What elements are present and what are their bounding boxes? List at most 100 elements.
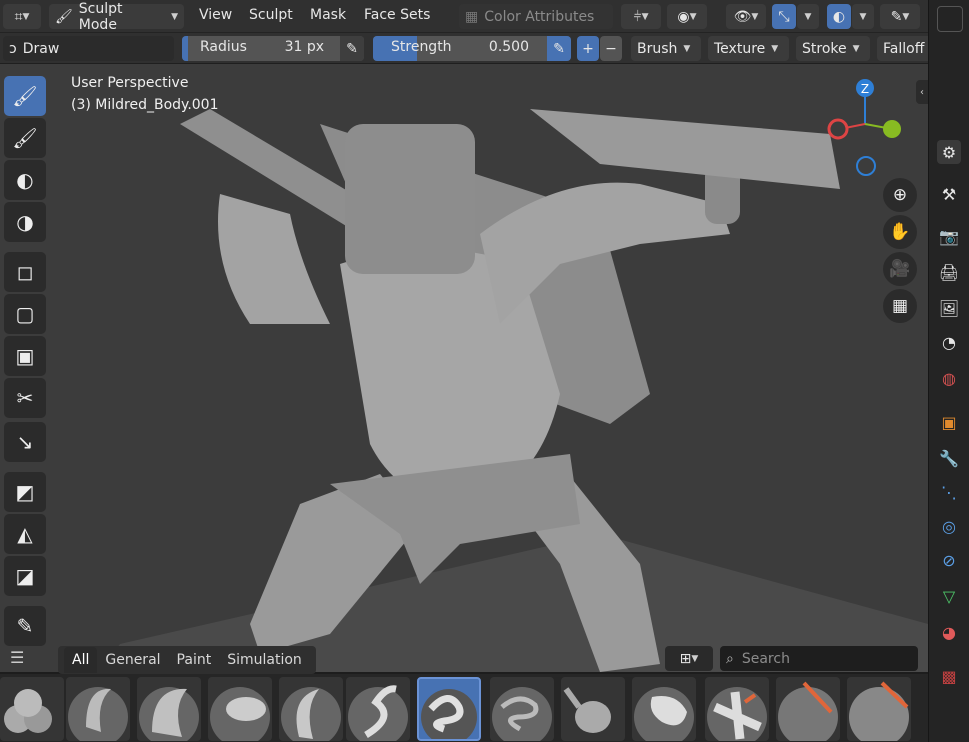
menu-sculpt[interactable]: Sculpt — [242, 7, 300, 23]
editor-type-button[interactable]: ⌗ ▼ — [3, 4, 41, 29]
gizmo-y-dot[interactable] — [883, 120, 901, 138]
viewport-header: ⌗ ▼ 🖌 Sculpt Mode ▼ View Sculpt Mask Face… — [0, 0, 928, 33]
menu-view[interactable]: View — [192, 7, 239, 23]
data-tab-icon[interactable]: ▽ — [937, 584, 961, 608]
tool-color-filter[interactable]: ◪ — [4, 556, 46, 596]
tab-all[interactable]: All — [64, 647, 98, 673]
xray-button[interactable]: ✎ ▼ — [880, 4, 920, 29]
blender-window: ⌗ ▼ 🖌 Sculpt Mode ▼ View Sculpt Mask Face… — [0, 0, 969, 742]
camera-view-button[interactable]: 🎥 — [883, 252, 917, 286]
tab-paint[interactable]: Paint — [169, 647, 220, 673]
brush-thumb-crease[interactable] — [279, 677, 343, 741]
tool-box-face-set[interactable]: ▣ — [4, 336, 46, 376]
mode-selector[interactable]: 🖌 Sculpt Mode ▼ — [49, 1, 184, 33]
material-tab-icon[interactable]: ◕ — [937, 620, 961, 644]
modifier-tab-icon[interactable]: 🔧 — [937, 446, 961, 470]
sculpt-scene — [100, 109, 928, 672]
brush-thumb-clay-strips[interactable] — [137, 677, 201, 741]
brush-menu[interactable]: Brush ▼ — [631, 36, 701, 61]
draw-brush-icon: ↄ — [9, 40, 17, 57]
box-mask-icon: ◻ — [16, 260, 34, 284]
brush-thumb-draw-sharp[interactable] — [490, 677, 554, 741]
draw-sharp-icon — [492, 687, 552, 741]
hamburger-icon[interactable]: ☰ — [10, 648, 24, 667]
radius-pressure-toggle[interactable]: ✎ — [340, 36, 364, 61]
perspective-toggle-button[interactable]: ▦ — [883, 289, 917, 323]
strength-pressure-toggle[interactable]: ✎ — [547, 36, 571, 61]
tool-mesh-filter[interactable]: ◩ — [4, 472, 46, 512]
tool-box-mask[interactable]: ◻ — [4, 252, 46, 292]
gizmo-toggle-button[interactable]: ⤡ — [772, 4, 796, 29]
tool-paint[interactable]: 🖌 — [4, 118, 46, 158]
properties-search-box[interactable] — [937, 6, 963, 32]
direction-add-button[interactable]: + — [577, 36, 599, 61]
brush-icon: 🖌 — [12, 84, 38, 108]
search-input[interactable]: ⌕ Search — [720, 646, 918, 671]
navigation-gizmo[interactable]: Z — [820, 74, 920, 184]
tool-box-hide[interactable]: ▢ — [4, 294, 46, 334]
render-tab-icon[interactable]: 📷 — [937, 224, 961, 248]
radius-slider[interactable]: Radius 31 px ✎ — [182, 36, 364, 61]
brush-thumb-draw[interactable] — [417, 677, 481, 741]
strength-value: 0.500 — [488, 39, 529, 55]
strength-slider[interactable]: Strength 0.500 ✎ — [373, 36, 571, 61]
gizmo-neg-z-dot[interactable] — [856, 156, 876, 176]
gizmo-x-dot[interactable] — [827, 118, 849, 140]
tool-annotate[interactable]: ✎ — [4, 606, 46, 646]
brush-thumb-inflate[interactable] — [561, 677, 625, 741]
brush-thumb-clay[interactable] — [66, 677, 130, 741]
brush-selector[interactable]: ↄ Draw — [3, 36, 174, 61]
3d-viewport[interactable]: User Perspective (3) Mildred_Body.001 🖌 … — [0, 64, 928, 672]
chevron-down-icon: ▼ — [902, 11, 910, 22]
texture-menu[interactable]: Texture ▼ — [708, 36, 789, 61]
brush-thumb-pinch[interactable] — [705, 677, 769, 741]
sidebar-toggle[interactable]: ‹ — [916, 80, 928, 104]
brush-thumb-flatten[interactable] — [776, 677, 840, 741]
tool-settings-tab-icon[interactable]: ⚙ — [937, 140, 961, 164]
zoom-button[interactable]: ⊕ — [883, 178, 917, 212]
annotate-icon: ✎ — [16, 614, 34, 638]
scene-tab-icon[interactable]: ◔ — [937, 330, 961, 354]
constraints-tab-icon[interactable]: ⊘ — [937, 548, 961, 572]
physics-tab-icon[interactable]: ◎ — [937, 514, 961, 538]
draw-icon — [421, 689, 477, 739]
tool-box-trim[interactable]: ✂ — [4, 378, 46, 418]
visibility-button[interactable]: 👁 ▼ — [726, 4, 766, 29]
color-attributes-dropdown[interactable]: ▦ Color Attributes — [459, 4, 613, 29]
direction-subtract-button[interactable]: − — [600, 36, 622, 61]
display-options-button[interactable]: ⊞ ▼ — [665, 646, 713, 671]
world-tab-icon[interactable]: ◍ — [937, 366, 961, 390]
menu-mask[interactable]: Mask — [303, 7, 353, 23]
tab-simulation[interactable]: Simulation — [219, 647, 310, 673]
tab-general[interactable]: General — [97, 647, 168, 673]
gizmo-menu-button[interactable]: ▼ — [797, 4, 819, 29]
symmetry-button[interactable]: ⫩ ▼ — [621, 4, 661, 29]
shading-options-button[interactable]: ◉ ▼ — [667, 4, 707, 29]
tool-mask[interactable]: ◐ — [4, 160, 46, 200]
tool-tab-icon[interactable]: ⚒ — [937, 182, 961, 206]
texture-tab-icon[interactable]: ▩ — [937, 664, 961, 688]
particles-tab-icon[interactable]: ⋱ — [937, 480, 961, 504]
view-layer-tab-icon[interactable]: 🖼 — [937, 296, 961, 320]
brush-thumb-blob[interactable] — [0, 677, 64, 741]
tool-brush[interactable]: 🖌 — [4, 76, 46, 116]
symmetry-icon: ⫩ — [633, 8, 642, 25]
overlays-menu-button[interactable]: ▼ — [852, 4, 874, 29]
tool-line-project[interactable]: ↘ — [4, 422, 46, 462]
stroke-menu[interactable]: Stroke ▼ — [796, 36, 870, 61]
tool-face-set[interactable]: ◑ — [4, 202, 46, 242]
brush-thumb-crease-sharp[interactable] — [346, 677, 410, 741]
brush-thumb-scrape[interactable] — [847, 677, 911, 741]
output-tab-icon[interactable]: 🖨 — [937, 260, 961, 284]
object-tab-icon[interactable]: ▣ — [937, 410, 961, 434]
pen-pressure-icon: ✎ — [346, 40, 358, 57]
overlays-toggle-button[interactable]: ◐ — [827, 4, 851, 29]
pan-button[interactable]: ✋ — [883, 215, 917, 249]
brush-thumb-clay-thumb[interactable] — [208, 677, 272, 741]
chevron-down-icon: ▼ — [641, 11, 649, 22]
color-attributes-icon: ▦ — [465, 8, 479, 25]
brush-thumb-blob-shape[interactable] — [632, 677, 696, 741]
menu-face-sets[interactable]: Face Sets — [357, 7, 437, 23]
tool-cloth-filter[interactable]: ◭ — [4, 514, 46, 554]
falloff-menu[interactable]: Falloff — [877, 36, 928, 61]
